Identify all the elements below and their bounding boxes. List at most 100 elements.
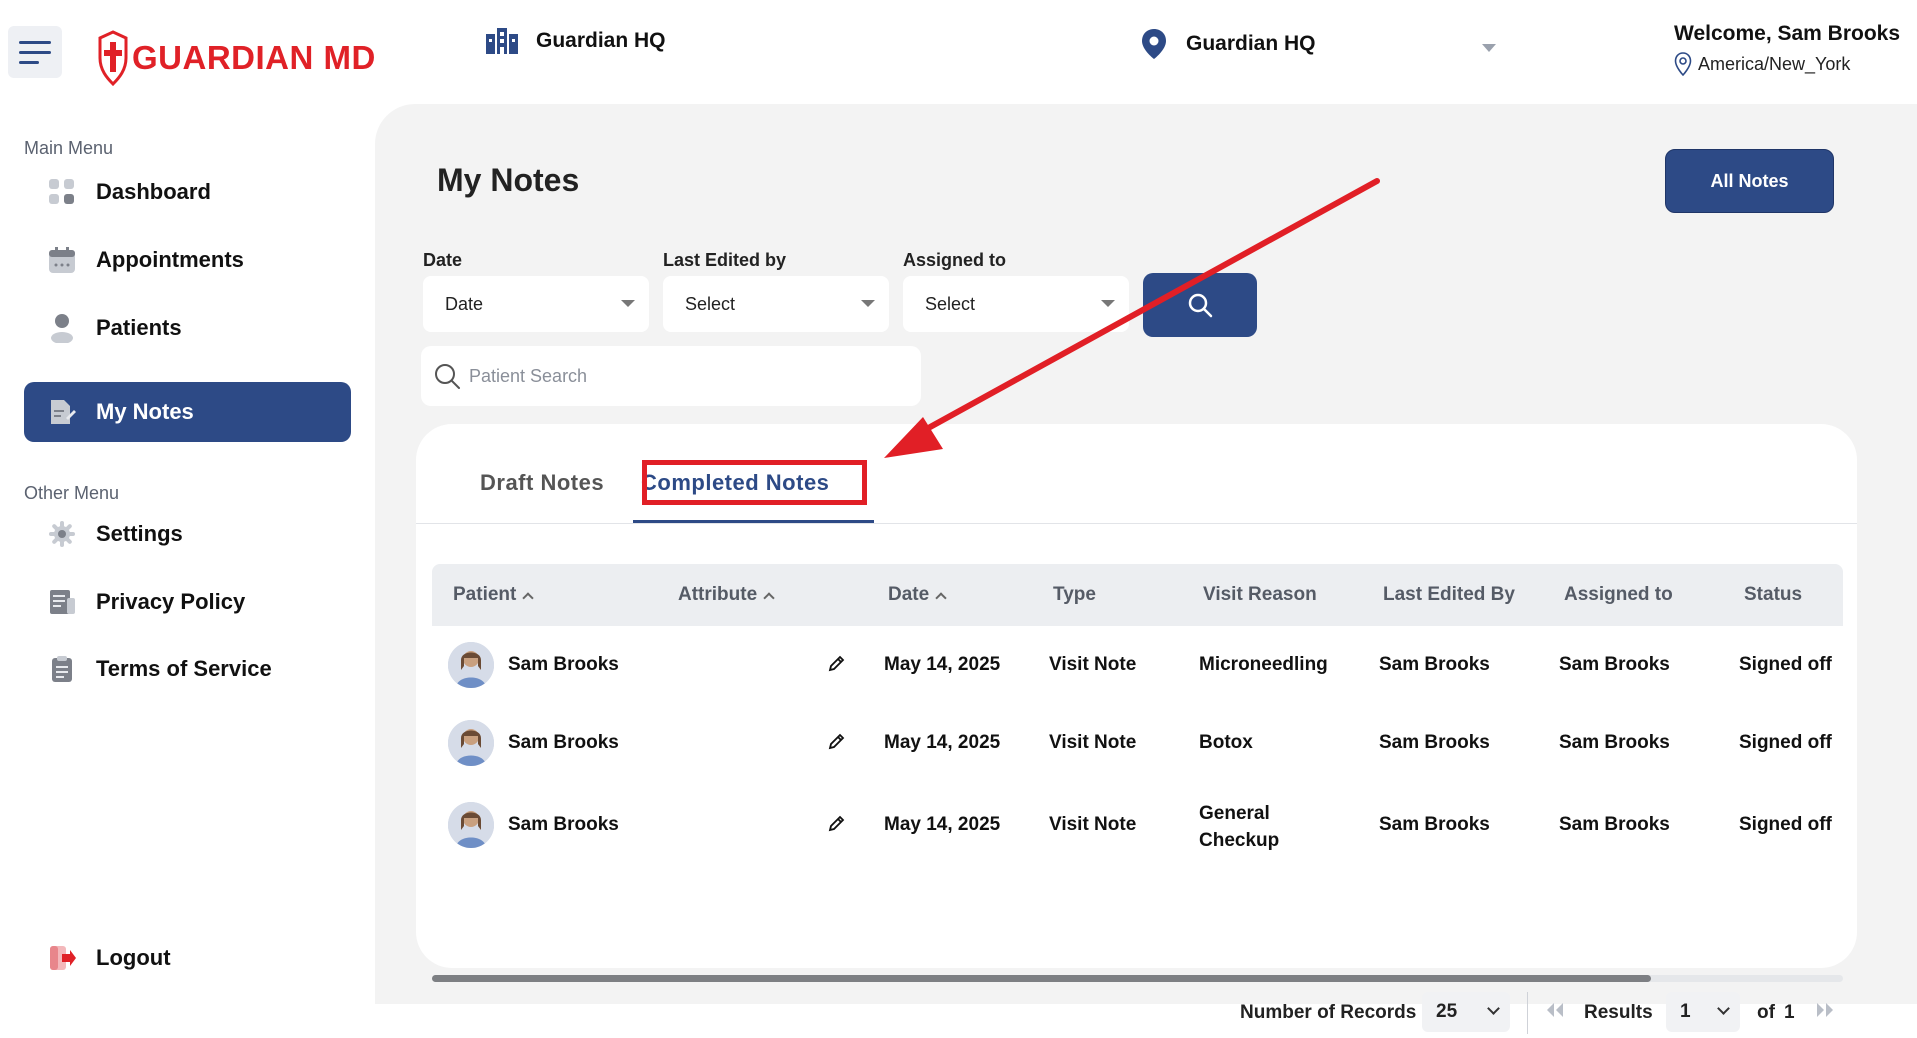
organization-name: Guardian HQ [536, 29, 666, 52]
other-menu-heading: Other Menu [24, 483, 120, 503]
note-type: Visit Note [1049, 654, 1137, 675]
calendar-icon [48, 246, 76, 274]
location-name: Guardian HQ [1186, 32, 1316, 55]
shield-cross-logo-icon [98, 30, 128, 86]
assigned-to-select-value: Select [925, 293, 976, 314]
status-text: Signed off [1739, 654, 1832, 675]
sidebar-item-appointments[interactable]: Appointments [24, 230, 351, 290]
patient-name[interactable]: Sam Brooks [508, 814, 619, 836]
date-filter-label: Date [423, 250, 463, 270]
caret-down-icon [1101, 300, 1115, 307]
records-per-page-select[interactable]: 25 [1422, 992, 1510, 1032]
sidebar-item-settings[interactable]: Settings [24, 504, 351, 564]
edit-button[interactable] [828, 814, 846, 838]
page-select[interactable]: 1 [1666, 992, 1740, 1032]
top-header: GUARDIAN MD Guardian HQ Guardian HQ Welc… [0, 0, 1917, 104]
edit-button[interactable] [828, 732, 846, 756]
table-row[interactable]: Sam Brooks May 14, 2025 Visit Note Gener… [432, 782, 1843, 868]
skip-back-icon [1547, 1003, 1563, 1017]
note-date: May 14, 2025 [884, 654, 1001, 675]
search-button[interactable] [1143, 273, 1257, 337]
table-row[interactable]: Sam Brooks May 14, 2025 Visit Note Botox… [432, 704, 1843, 782]
organization-display: Guardian HQ [486, 28, 666, 54]
sidebar-item-patients[interactable]: Patients [24, 298, 351, 358]
status-text: Signed off [1739, 732, 1832, 753]
last-edited-by: Sam Brooks [1379, 814, 1490, 835]
sidebar-item-label: Appointments [96, 247, 244, 272]
assigned-to-select[interactable]: Select [903, 276, 1129, 332]
column-header-label: Last Edited By [1383, 584, 1515, 605]
last-page-button[interactable] [1814, 1000, 1836, 1026]
sort-ascending-icon [935, 591, 947, 604]
guardian-logo[interactable]: GUARDIAN MD [98, 30, 376, 86]
sidebar-item-label: Terms of Service [96, 656, 272, 681]
column-header-label: Attribute [678, 584, 758, 605]
sidebar-item-my-notes[interactable]: My Notes [24, 382, 351, 442]
column-header-visit-reason: Visit Reason [1203, 584, 1317, 606]
pagination: Number of Records 25 Results 1 of 1 [416, 988, 1857, 1038]
visit-reason: General Checkup [1199, 803, 1280, 851]
patient-search-field[interactable] [421, 346, 921, 406]
scrollbar-thumb[interactable] [432, 975, 1651, 982]
sidebar: Main Menu Dashboard Appointments Patient… [0, 104, 375, 993]
pager-divider [1527, 992, 1528, 1034]
sidebar-item-terms-of-service[interactable]: Terms of Service [24, 639, 351, 699]
pencil-icon [828, 733, 845, 750]
document-icon [48, 588, 76, 616]
column-header-label: Status [1744, 584, 1803, 605]
assigned-to: Sam Brooks [1559, 654, 1670, 675]
avatar [448, 802, 494, 848]
menu-line-icon [19, 50, 51, 54]
visit-reason: Microneedling [1199, 654, 1328, 675]
edit-button[interactable] [828, 654, 846, 678]
menu-line-icon [19, 40, 51, 44]
table-row[interactable]: Sam Brooks May 14, 2025 Visit Note Micro… [432, 626, 1843, 704]
sidebar-item-privacy-policy[interactable]: Privacy Policy [24, 572, 351, 632]
column-header-label: Patient [453, 584, 517, 605]
search-icon [435, 364, 460, 389]
patient-search-input[interactable] [469, 365, 899, 387]
note-type: Visit Note [1049, 814, 1137, 835]
sort-ascending-icon [522, 591, 535, 604]
tab-draft-notes[interactable]: Draft Notes [480, 470, 604, 496]
sidebar-item-dashboard[interactable]: Dashboard [24, 162, 351, 222]
notes-tabs: Draft Notes Completed Notes [416, 424, 1857, 524]
note-date: May 14, 2025 [884, 732, 1001, 753]
dashboard-icon [48, 178, 76, 206]
last-edited-select[interactable]: Select [663, 276, 889, 332]
first-page-button[interactable] [1544, 1000, 1566, 1026]
caret-down-icon [621, 300, 635, 307]
sidebar-item-label: Patients [96, 315, 182, 340]
patient-name[interactable]: Sam Brooks [508, 654, 619, 676]
sort-ascending-icon [763, 591, 775, 604]
records-label: Number of Records [1240, 1002, 1417, 1023]
notes-icon [48, 398, 76, 426]
active-tab-indicator [633, 520, 874, 523]
column-header-date[interactable]: Date [888, 584, 947, 606]
timezone-text: America/New_York [1698, 53, 1851, 74]
last-edited-by: Sam Brooks [1379, 732, 1490, 753]
column-header-patient[interactable]: Patient [453, 584, 535, 606]
date-select[interactable]: Date [423, 276, 649, 332]
chevron-down-icon [1487, 1002, 1500, 1015]
hamburger-menu-button[interactable] [8, 26, 62, 78]
all-notes-button[interactable]: All Notes [1665, 149, 1834, 213]
location-select[interactable]: Guardian HQ [1140, 28, 1540, 60]
clipboard-icon [48, 655, 76, 683]
horizontal-scrollbar[interactable] [432, 975, 1843, 982]
notes-table: Patient Attribute Date Type Visit Reason [432, 564, 1843, 868]
patient-name[interactable]: Sam Brooks [508, 732, 619, 754]
column-header-status: Status [1744, 584, 1802, 606]
user-welcome: Welcome, Sam Brooks America/New_York [1674, 22, 1900, 76]
note-type: Visit Note [1049, 732, 1137, 753]
column-header-attribute[interactable]: Attribute [678, 584, 775, 606]
building-icon [486, 28, 518, 54]
column-header-assigned-to: Assigned to [1564, 584, 1673, 606]
sidebar-item-label: Privacy Policy [96, 589, 246, 614]
logout-button[interactable]: Logout [48, 944, 171, 972]
page-title: My Notes [437, 162, 580, 198]
pencil-icon [828, 815, 845, 832]
records-per-page-value: 25 [1436, 1001, 1458, 1022]
assigned-to-filter: Assigned to Select [903, 250, 1129, 332]
column-header-label: Date [888, 584, 930, 605]
